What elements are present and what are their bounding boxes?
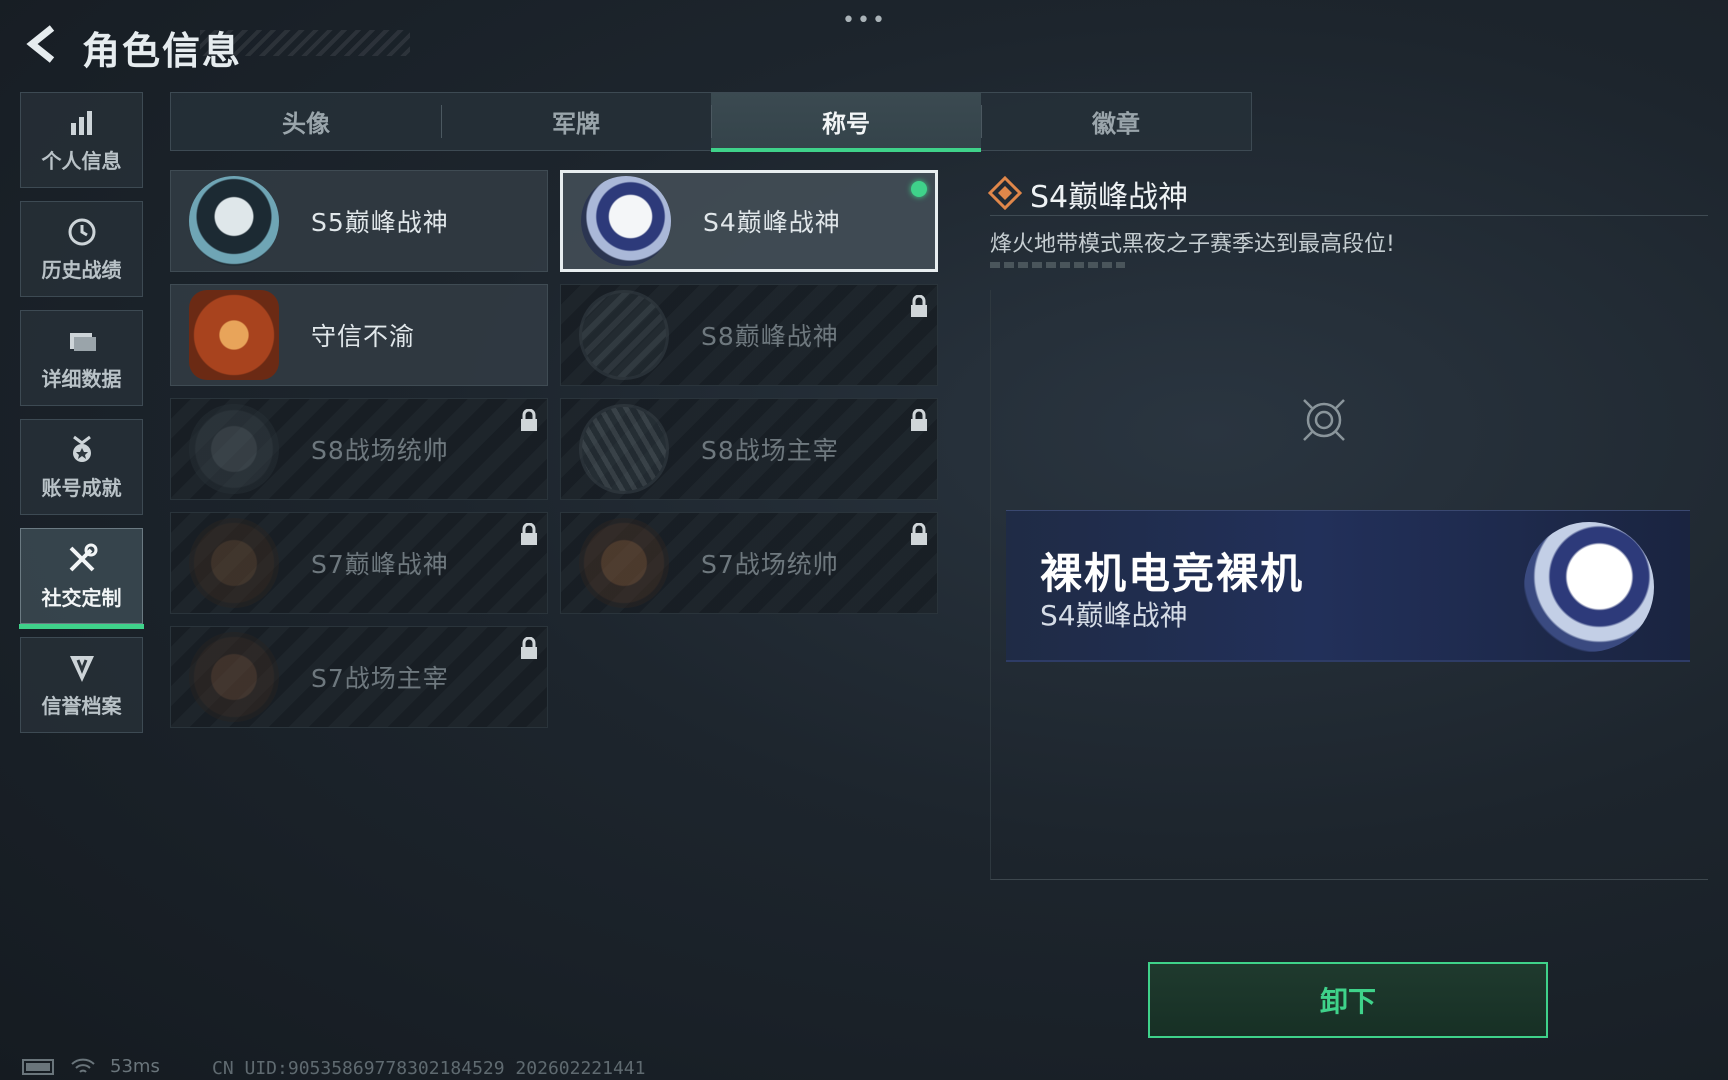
sidebar-item-detail-data[interactable]: 详细数据 [20,310,143,406]
clock-icon [68,218,95,245]
tank-emblem-icon [189,404,279,494]
sidebar-item-personal-info[interactable]: 个人信息 [20,92,143,188]
soldier-emblem-icon [189,632,279,722]
title-name: S7战场主宰 [311,664,449,693]
sidebar-item-social-custom[interactable]: 社交定制 [19,528,144,629]
sidebar-item-credit-record[interactable]: 信誉档案 [20,637,143,733]
gun-emblem-icon [579,518,669,608]
rifle-emblem-icon [189,518,279,608]
folder-icon [69,332,96,351]
bar-chart-icon [70,110,92,135]
lock-icon [911,523,927,545]
diver-mask-emblem-icon [189,176,279,266]
lock-icon [911,409,927,431]
scales-emblem-icon [189,290,279,380]
sidebar-item-label: 账号成就 [41,475,122,500]
battery-icon [22,1058,54,1075]
medal-icon [72,435,91,462]
title-card-locked[interactable]: S8战场主宰 [560,398,938,500]
title-card-selected[interactable]: S4巅峰战神 [560,170,938,272]
uid-text: CN UID:9053586977830218452​9 20260222144… [212,1058,646,1079]
title-name: S8战场主宰 [701,436,839,465]
tab-badge[interactable]: 徽章 [981,93,1251,150]
sidebar-item-label: 信誉档案 [41,693,122,718]
nameplate-title: S4巅峰战神 [1040,599,1188,632]
sidebar-item-label: 社交定制 [41,585,122,610]
title-grid: S5巅峰战神 S4巅峰战神 守信不渝 S8巅峰战神 S8战场统帅 S8战场主宰 … [170,170,938,728]
detail-title: S4巅峰战神 [1030,180,1189,215]
night-vision-helmet-emblem-icon [581,176,671,266]
sidebar-item-achievements[interactable]: 账号成就 [20,419,143,515]
title-card[interactable]: S5巅峰战神 [170,170,548,272]
lock-icon [521,409,537,431]
rotate-view-icon[interactable] [1298,394,1350,446]
unequip-button[interactable]: 卸下 [1148,962,1548,1038]
tab-dogtag[interactable]: 军牌 [441,93,711,150]
title-name: S5巅峰战神 [311,208,449,237]
title-card-locked[interactable]: S7战场主宰 [170,626,548,728]
page-title: 角色信息 [82,29,243,73]
sidebar-item-history[interactable]: 历史战绩 [20,201,143,297]
sidebar-item-label: 历史战绩 [41,257,122,282]
title-name: S7战场统帅 [701,550,839,579]
nameplate-player-name: 裸机电竞裸机 [1040,549,1305,598]
equipped-indicator [911,181,927,197]
lock-icon [521,523,537,545]
status-bar: 53ms [22,1056,160,1077]
claw-emblem-icon [579,290,669,380]
title-card-locked[interactable]: S7巅峰战神 [170,512,548,614]
building-emblem-icon [579,404,669,494]
diamond-icon [988,176,1022,210]
tab-title[interactable]: 称号 [711,93,981,152]
sidebar-item-label: 详细数据 [41,366,122,391]
description-decoration [990,262,1125,268]
title-card-locked[interactable]: S8战场统帅 [170,398,548,500]
title-card-locked[interactable]: S8巅峰战神 [560,284,938,386]
sidebar: 个人信息 历史战绩 详细数据 账号成就 社交定制 信誉档案 [19,92,144,746]
tools-icon [69,543,97,571]
tab-avatar[interactable]: 头像 [171,93,441,150]
more-options-button[interactable]: ••• [842,8,887,33]
divider [990,215,1708,216]
title-name: S8战场统帅 [311,436,449,465]
sidebar-item-label: 个人信息 [41,148,122,173]
detail-description: 烽火地带模式黑夜之子赛季达到最高段位! [990,232,1395,257]
category-tabs: 头像 军牌 称号 徽章 [170,92,1252,152]
ping-value: 53ms [110,1056,160,1077]
title-name: S4巅峰战神 [703,208,841,237]
title-name: 守信不渝 [311,322,416,351]
shield-icon [69,655,94,682]
title-name: S8巅峰战神 [701,322,839,351]
wifi-icon [71,1058,95,1073]
title-card-locked[interactable]: S7战场统帅 [560,512,938,614]
title-card[interactable]: 守信不渝 [170,284,548,386]
back-arrow-icon [26,25,55,63]
back-button[interactable] [20,22,64,66]
title-name: S7巅峰战神 [311,550,449,579]
night-vision-helmet-emblem-icon [1524,522,1654,652]
lock-icon [911,295,927,317]
lock-icon [521,637,537,659]
